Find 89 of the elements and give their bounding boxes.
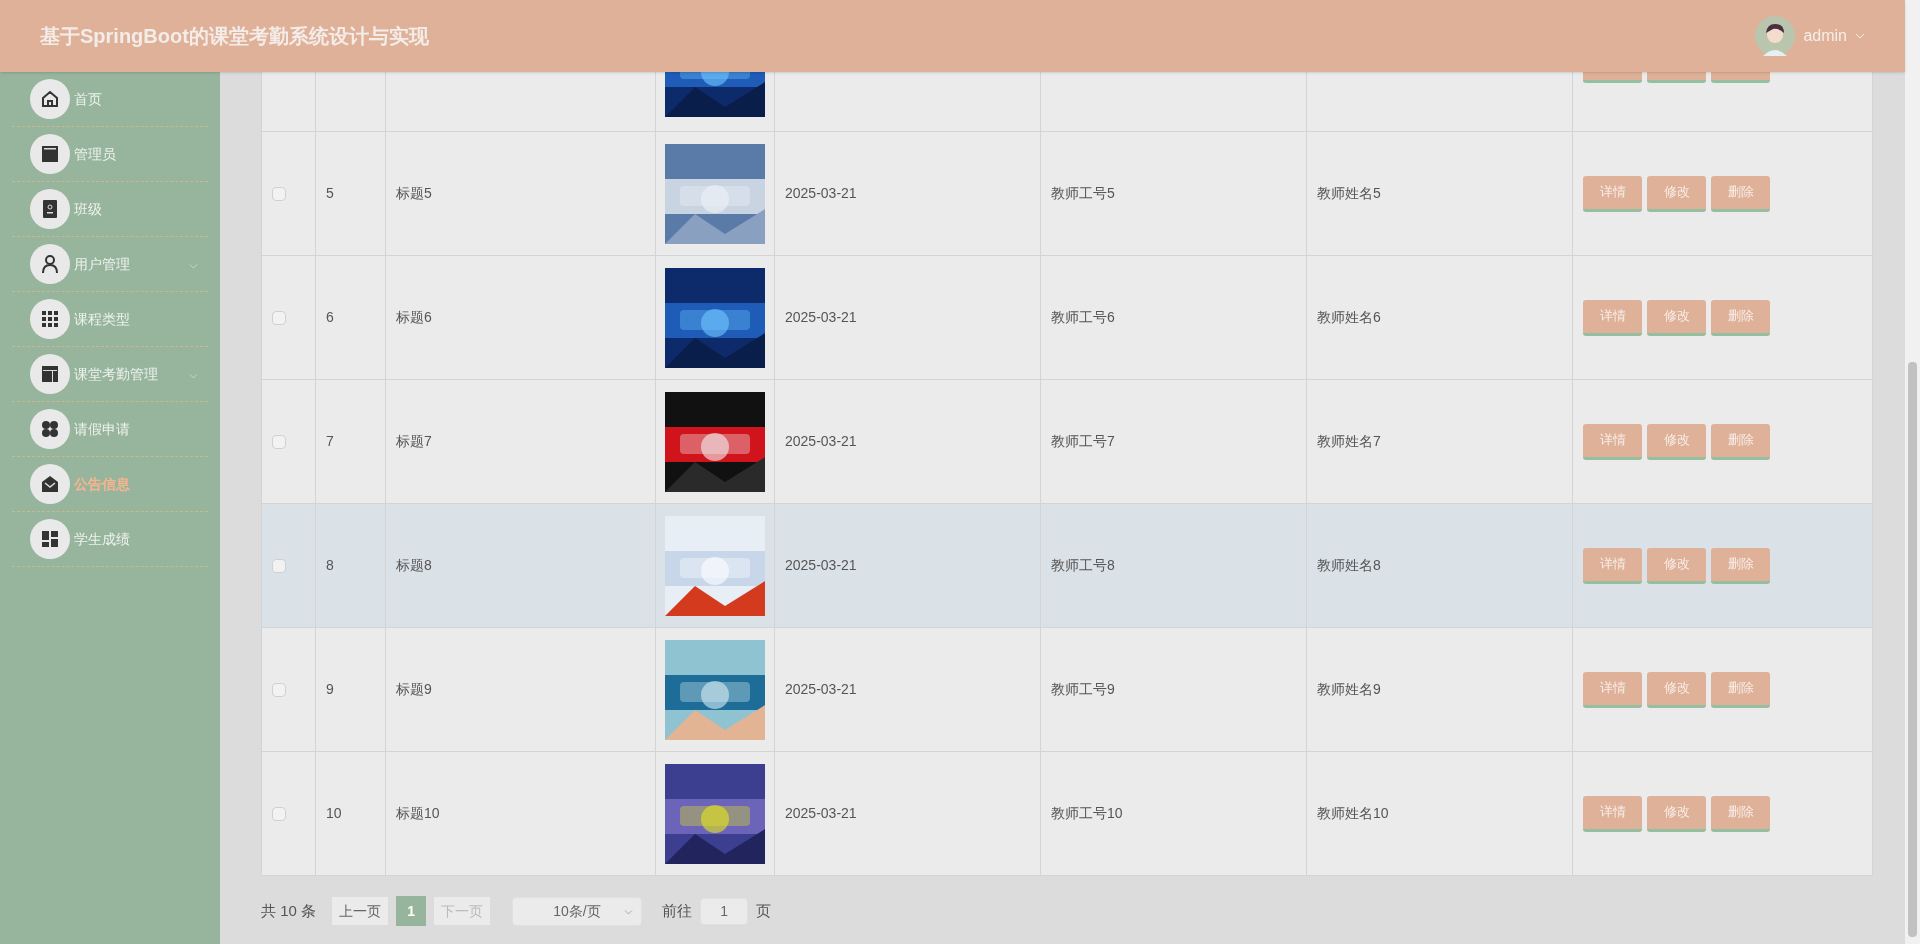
chevron-down-icon[interactable] <box>624 909 634 915</box>
checkbox[interactable] <box>272 682 286 697</box>
chevron-down-icon[interactable] <box>189 264 198 269</box>
action-button[interactable]: 修改 <box>1647 299 1706 336</box>
window-icon <box>30 134 70 174</box>
action-button[interactable]: 修改 <box>1647 547 1706 584</box>
action-button[interactable]: 详情 <box>1583 795 1642 832</box>
action-button[interactable]: 修改 <box>1647 423 1706 460</box>
sidebar-item[interactable]: 课堂考勤管理 <box>12 347 208 402</box>
sidebar-item[interactable]: 首页 <box>12 72 208 127</box>
table-cell-text: 教师工号7 <box>1051 432 1115 451</box>
avatar <box>1755 16 1796 56</box>
action-button[interactable] <box>1583 72 1642 83</box>
table-cell-text: 标题6 <box>396 308 432 327</box>
page-number-field[interactable]: 1 <box>700 897 749 925</box>
checkbox[interactable] <box>272 806 286 821</box>
table-cell-text: 教师姓名5 <box>1317 184 1381 203</box>
page-size-select[interactable]: 10条/页 <box>512 896 643 926</box>
user-name[interactable]: admin <box>1803 24 1847 48</box>
checkbox[interactable] <box>272 434 286 449</box>
table-cell-text: 教师姓名6 <box>1317 308 1381 327</box>
action-button[interactable]: 删除 <box>1711 671 1770 708</box>
sidebar-item[interactable]: 学生成绩 <box>12 512 208 567</box>
table-cell-text: 2025-03-21 <box>785 556 857 575</box>
action-button[interactable] <box>1711 72 1770 83</box>
action-button[interactable]: 详情 <box>1583 299 1642 336</box>
action-button[interactable]: 删除 <box>1711 423 1770 460</box>
checkbox[interactable] <box>272 186 286 201</box>
action-button[interactable]: 修改 <box>1647 795 1706 832</box>
table-cell-text: 2025-03-21 <box>785 804 857 823</box>
sidebar-item[interactable]: 请假申请 <box>12 402 208 457</box>
action-button[interactable]: 详情 <box>1583 175 1642 212</box>
grid-icon <box>30 299 70 339</box>
user-icon <box>30 244 70 284</box>
table-cell-text: 10 <box>326 804 342 823</box>
id-card-icon <box>30 189 70 229</box>
total-count: 共 10 条 <box>261 900 317 921</box>
four-circles-icon <box>30 409 70 449</box>
action-button[interactable]: 修改 <box>1647 671 1706 708</box>
table-cell-text: 8 <box>326 556 334 575</box>
checkbox[interactable] <box>272 558 286 573</box>
goto-label: 前往 <box>662 900 693 921</box>
checkbox[interactable] <box>272 310 286 325</box>
action-button[interactable]: 删除 <box>1711 795 1770 832</box>
envelope-icon <box>30 464 70 504</box>
layout-icon <box>30 354 70 394</box>
table-cell-text: 教师姓名8 <box>1317 556 1381 575</box>
table-cell-text: 教师姓名10 <box>1317 804 1389 823</box>
table-cell-text: 2025-03-21 <box>785 432 857 451</box>
page-suffix: 页 <box>756 900 772 921</box>
table-cell-text: 教师工号6 <box>1051 308 1115 327</box>
table-cell-text: 7 <box>326 432 334 451</box>
table-cell-text: 2025-03-21 <box>785 308 857 327</box>
chevron-down-icon[interactable] <box>189 374 198 379</box>
table-cell-text: 教师工号9 <box>1051 680 1115 699</box>
table-cell-text: 9 <box>326 680 334 699</box>
table-cell-text: 教师工号5 <box>1051 184 1115 203</box>
action-button[interactable]: 删除 <box>1711 299 1770 336</box>
sidebar-item[interactable]: 班级 <box>12 182 208 237</box>
table-cell-text: 教师姓名7 <box>1317 432 1381 451</box>
table-cell-text: 教师姓名9 <box>1317 680 1381 699</box>
action-button[interactable]: 详情 <box>1583 423 1642 460</box>
action-button[interactable] <box>1647 72 1706 83</box>
table-cell-text: 2025-03-21 <box>785 184 857 203</box>
action-button[interactable]: 详情 <box>1583 547 1642 584</box>
table-cell-text: 5 <box>326 184 334 203</box>
table-cell-text: 标题9 <box>396 680 432 699</box>
table-cell-text: 标题5 <box>396 184 432 203</box>
sidebar-item[interactable]: 用户管理 <box>12 237 208 292</box>
table-cell-text: 教师工号10 <box>1051 804 1123 823</box>
action-button[interactable]: 详情 <box>1583 671 1642 708</box>
page-button[interactable]: 1 <box>396 896 427 926</box>
sidebar-item[interactable]: 公告信息 <box>12 457 208 512</box>
scrollbar[interactable] <box>1905 0 1920 944</box>
action-button[interactable]: 修改 <box>1647 175 1706 212</box>
sidebar-item[interactable]: 课程类型 <box>12 292 208 347</box>
table-cell-text: 标题7 <box>396 432 432 451</box>
table-cell-text: 标题10 <box>396 804 440 823</box>
sidebar-item[interactable]: 管理员 <box>12 127 208 182</box>
table-cell-text: 6 <box>326 308 334 327</box>
table-cell-text: 2025-03-21 <box>785 680 857 699</box>
home-icon <box>30 79 70 119</box>
tiles-icon <box>30 519 70 559</box>
action-button[interactable]: 删除 <box>1711 175 1770 212</box>
app-title: 基于SpringBoot的课堂考勤系统设计与实现 <box>40 24 429 49</box>
action-button[interactable]: 删除 <box>1711 547 1770 584</box>
table-cell-text: 教师工号8 <box>1051 556 1115 575</box>
table-cell-text: 标题8 <box>396 556 432 575</box>
prev-page-button[interactable]: 上一页 <box>332 897 389 925</box>
